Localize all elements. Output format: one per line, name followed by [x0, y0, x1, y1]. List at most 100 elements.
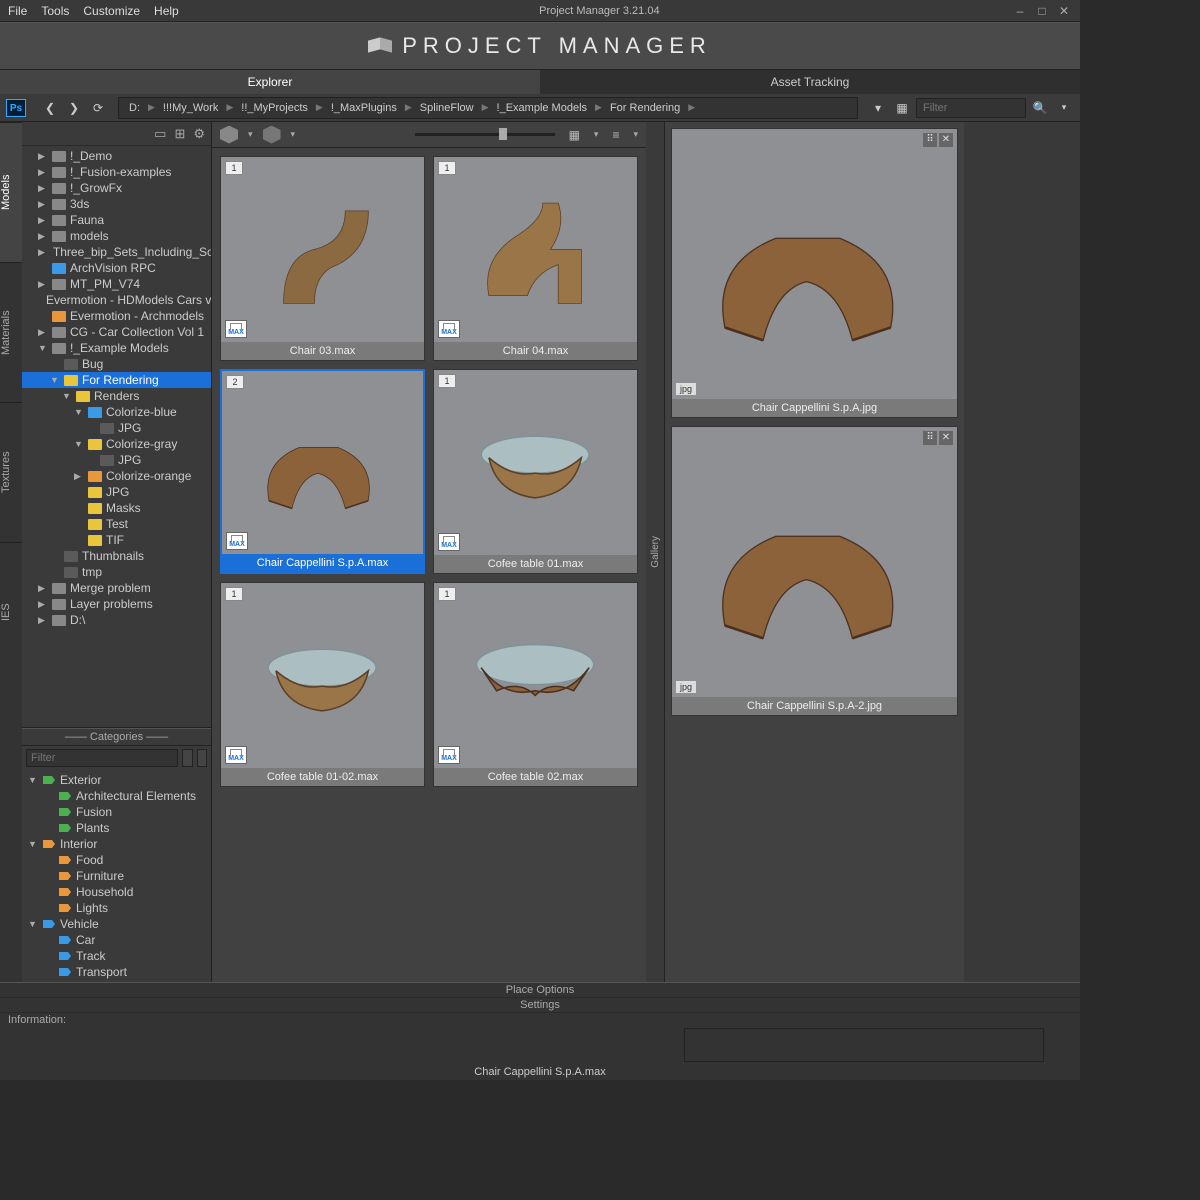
cube-tool2-icon[interactable]	[263, 126, 281, 144]
menu-file[interactable]: File	[8, 4, 27, 18]
gallery-grid-icon[interactable]: ⠿	[923, 133, 937, 147]
breadcrumb-segment[interactable]: !_Example Models	[491, 102, 594, 114]
category-row[interactable]: Track	[22, 948, 211, 964]
tree-toggle-icon[interactable]: ▶	[38, 599, 48, 610]
tree-row[interactable]: ▶models	[22, 228, 211, 244]
gallery-grid-icon[interactable]: ⠿	[923, 431, 937, 445]
search-icon[interactable]: 🔍	[1030, 98, 1050, 118]
tree-row[interactable]: ▶MT_PM_V74	[22, 276, 211, 292]
category-row[interactable]: ▼Exterior	[22, 772, 211, 788]
tree-row[interactable]: JPG	[22, 452, 211, 468]
tree-toggle-icon[interactable]: ▶	[38, 199, 48, 210]
thumb-size-slider[interactable]	[415, 133, 555, 136]
tree-row[interactable]: Evermotion - Archmodels	[22, 308, 211, 324]
tree-toggle-icon[interactable]: ▶	[38, 231, 48, 242]
tree-row[interactable]: ▶Three_bip_Sets_Including_Som	[22, 244, 211, 260]
asset-grid[interactable]: 1 MAX Chair 03.max1 MAX Chair 04.max2 MA…	[212, 148, 646, 982]
tree-row[interactable]: Evermotion - HDModels Cars v	[22, 292, 211, 308]
category-row[interactable]: Lights	[22, 900, 211, 916]
sidetab-materials[interactable]: Materials	[0, 262, 22, 402]
tree-row[interactable]: Masks	[22, 500, 211, 516]
folder-tree[interactable]: ▶!_Demo▶!_Fusion-examples▶!_GrowFx▶3ds▶F…	[22, 146, 211, 727]
asset-thumbnail[interactable]: 1 MAX Chair 04.max	[433, 156, 638, 361]
gallery-close-icon[interactable]: ✕	[939, 431, 953, 445]
refresh-icon[interactable]: ⟳	[88, 98, 108, 118]
tree-toggle-icon[interactable]: ▶	[38, 583, 48, 594]
grid-view-icon[interactable]: ▦	[565, 126, 584, 144]
tree-row[interactable]: JPG	[22, 420, 211, 436]
description-box[interactable]	[684, 1028, 1044, 1062]
sidetab-textures[interactable]: Textures	[0, 402, 22, 542]
category-row[interactable]: Food	[22, 852, 211, 868]
tree-row[interactable]: TIF	[22, 532, 211, 548]
tree-toggle-icon[interactable]: ▼	[74, 407, 84, 417]
tree-toggle-icon[interactable]: ▶	[38, 151, 48, 162]
tab-asset-tracking[interactable]: Asset Tracking	[540, 70, 1080, 94]
gallery-close-icon[interactable]: ✕	[939, 133, 953, 147]
tree-row[interactable]: ▶!_GrowFx	[22, 180, 211, 196]
cat-toggle-icon[interactable]: ▼	[28, 919, 38, 929]
breadcrumb-segment[interactable]: !!!My_Work	[157, 102, 224, 114]
nav-forward-icon[interactable]: ❯	[64, 98, 84, 118]
breadcrumb-segment[interactable]: D:	[123, 102, 146, 114]
cube-tool-icon[interactable]	[220, 126, 238, 144]
category-row[interactable]: Transport	[22, 964, 211, 980]
bc-dropdown-icon[interactable]: ▾	[868, 98, 888, 118]
search-dropdown-icon[interactable]: ▾	[1054, 98, 1074, 118]
gallery-thumbnail[interactable]: ⠿✕ jpg Chair Cappellini S.p.A.jpg	[671, 128, 958, 418]
asset-thumbnail[interactable]: 1 MAX Chair 03.max	[220, 156, 425, 361]
tab-explorer[interactable]: Explorer	[0, 70, 540, 94]
gallery-thumbnail[interactable]: ⠿✕ jpg Chair Cappellini S.p.A-2.jpg	[671, 426, 958, 716]
tree-toggle-icon[interactable]: ▶	[38, 183, 48, 194]
asset-thumbnail[interactable]: 1 MAX Cofee table 02.max	[433, 582, 638, 787]
tree-row[interactable]: ▶CG - Car Collection Vol 1	[22, 324, 211, 340]
breadcrumb-segment[interactable]: For Rendering	[604, 102, 686, 114]
category-row[interactable]: Furniture	[22, 868, 211, 884]
tree-toggle-icon[interactable]: ▼	[74, 439, 84, 449]
tree-row[interactable]: ▶3ds	[22, 196, 211, 212]
menu-customize[interactable]: Customize	[83, 4, 140, 18]
breadcrumb[interactable]: D:▶!!!My_Work▶!!_MyProjects▶!_MaxPlugins…	[118, 97, 858, 119]
category-expand-icon[interactable]	[197, 749, 208, 767]
tree-row[interactable]: tmp	[22, 564, 211, 580]
photoshop-icon[interactable]: Ps	[6, 99, 26, 117]
view-mode-icon[interactable]: ▦	[892, 98, 912, 118]
tree-row[interactable]: ArchVision RPC	[22, 260, 211, 276]
tree-toggle-icon[interactable]: ▶	[38, 247, 45, 258]
filter-input[interactable]	[916, 98, 1026, 118]
tree-row[interactable]: ▼Renders	[22, 388, 211, 404]
tree-toggle-icon[interactable]: ▶	[38, 615, 48, 626]
settings-bar[interactable]: Settings	[0, 998, 1080, 1013]
place-options-bar[interactable]: Place Options	[0, 983, 1080, 998]
tree-row[interactable]: Thumbnails	[22, 548, 211, 564]
tree-toggle-icon[interactable]: ▼	[38, 343, 48, 353]
tree-row[interactable]: ▶Fauna	[22, 212, 211, 228]
close-button[interactable]: ✕	[1056, 4, 1072, 18]
category-row[interactable]: Plants	[22, 820, 211, 836]
menu-help[interactable]: Help	[154, 4, 179, 18]
sidetab-ies[interactable]: IES	[0, 542, 22, 682]
breadcrumb-segment[interactable]: !_MaxPlugins	[325, 102, 403, 114]
tree-row[interactable]: ▶Merge problem	[22, 580, 211, 596]
sidetab-models[interactable]: Models	[0, 122, 22, 262]
breadcrumb-segment[interactable]: !!_MyProjects	[235, 102, 314, 114]
lp-layout-icon[interactable]: ⊞	[174, 126, 185, 142]
category-row[interactable]: ▼Interior	[22, 836, 211, 852]
asset-thumbnail[interactable]: 2 MAX Chair Cappellini S.p.A.max	[220, 369, 425, 574]
tree-row[interactable]: ▼Colorize-blue	[22, 404, 211, 420]
tree-row[interactable]: ▼Colorize-gray	[22, 436, 211, 452]
tree-toggle-icon[interactable]: ▶	[38, 215, 48, 226]
breadcrumb-segment[interactable]: SplineFlow	[414, 102, 480, 114]
gallery-tab-label[interactable]: Gallery	[650, 536, 661, 568]
category-row[interactable]: Fusion	[22, 804, 211, 820]
category-row[interactable]: Car	[22, 932, 211, 948]
category-filter-input[interactable]	[26, 749, 178, 767]
category-row[interactable]: Household	[22, 884, 211, 900]
menu-tools[interactable]: Tools	[41, 4, 69, 18]
nav-back-icon[interactable]: ❮	[40, 98, 60, 118]
tree-row[interactable]: Test	[22, 516, 211, 532]
asset-thumbnail[interactable]: 1 MAX Cofee table 01-02.max	[220, 582, 425, 787]
tree-row[interactable]: ▶!_Fusion-examples	[22, 164, 211, 180]
tree-row[interactable]: ▶Layer problems	[22, 596, 211, 612]
tree-row[interactable]: Bug	[22, 356, 211, 372]
